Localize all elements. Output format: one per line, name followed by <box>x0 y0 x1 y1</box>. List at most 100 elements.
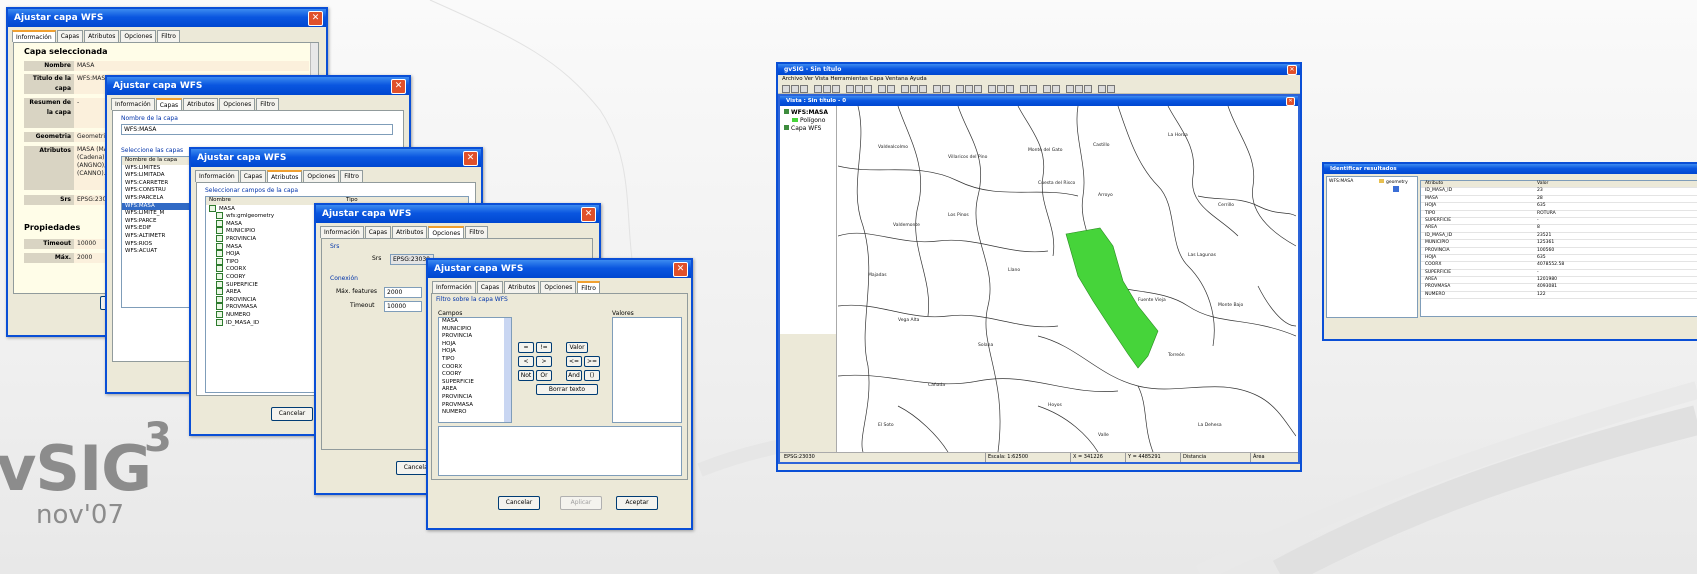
list-item[interactable]: WFS:LIMITES <box>122 165 192 173</box>
check-icon[interactable] <box>216 212 223 220</box>
list-item[interactable]: MASA <box>439 318 511 326</box>
list-item[interactable]: COORX <box>439 364 511 372</box>
toolbar-icon[interactable] <box>997 85 1005 93</box>
op-button[interactable]: != <box>536 342 552 353</box>
toolbar-icon[interactable] <box>782 85 790 93</box>
toc-layer[interactable]: Capa WFS <box>784 125 821 132</box>
accept-button[interactable]: Aceptar <box>616 496 658 510</box>
window-titlebar[interactable]: Ajustar capa WFS ✕ <box>8 9 326 27</box>
table-row[interactable]: COORX 4078552.58 <box>1421 262 1697 270</box>
toolbar-icon[interactable] <box>878 85 886 93</box>
toolbar-icon[interactable] <box>1098 85 1106 93</box>
toolbar-icon[interactable] <box>965 85 973 93</box>
list-item[interactable]: WFS:RIOS <box>122 241 192 249</box>
list-item[interactable]: AREA <box>439 386 511 394</box>
toolbar-icon[interactable] <box>1006 85 1014 93</box>
close-icon[interactable]: ✕ <box>463 151 478 166</box>
tab-filtro[interactable]: Filtro <box>340 170 363 182</box>
list-item[interactable]: HOJA <box>439 341 511 349</box>
op-button[interactable]: > <box>536 356 552 367</box>
check-icon[interactable] <box>216 234 223 242</box>
tab-atributos[interactable]: Atributos <box>267 170 303 182</box>
layers-list[interactable]: Nombre de la capa WFS:LIMITES WFS:LIMITA… <box>121 156 193 308</box>
window-titlebar[interactable]: Ajustar capa WFS ✕ <box>107 77 409 95</box>
toolbar-icon[interactable] <box>855 85 863 93</box>
close-icon[interactable]: ✕ <box>1287 65 1297 75</box>
op-button[interactable]: Or <box>536 370 552 381</box>
tab-informacion[interactable]: Información <box>320 226 364 238</box>
toolbar-icon[interactable] <box>823 85 831 93</box>
tab-opciones[interactable]: Opciones <box>219 98 256 110</box>
window-titlebar[interactable]: Ajustar capa WFS ✕ <box>191 149 481 167</box>
toolbar-icon[interactable] <box>974 85 982 93</box>
table-row[interactable]: PROVMASA 4093081 <box>1421 284 1697 292</box>
tab-atributos[interactable]: Atributos <box>84 30 120 42</box>
toolbar-icon[interactable] <box>800 85 808 93</box>
check-icon[interactable] <box>216 288 223 296</box>
op-button[interactable]: Not <box>518 370 534 381</box>
tab-capas[interactable]: Capas <box>155 98 183 110</box>
fields-list[interactable]: MASA MUNICIPIO PROVINCIA HOJA HOJA TIPO … <box>438 317 512 423</box>
tab-informacion[interactable]: Información <box>12 30 56 42</box>
window-titlebar[interactable]: Ajustar capa WFS ✕ <box>316 205 599 223</box>
close-icon[interactable]: ✕ <box>308 11 323 26</box>
check-icon[interactable] <box>216 242 223 250</box>
close-icon[interactable]: ✕ <box>673 262 688 277</box>
table-row[interactable]: SUPERFICIE - <box>1421 218 1697 226</box>
tab-filtro[interactable]: Filtro <box>157 30 180 42</box>
toolbar-icon[interactable] <box>1084 85 1092 93</box>
list-item[interactable]: WFS:ACUAT <box>122 248 192 256</box>
tab-informacion[interactable]: Información <box>432 281 476 293</box>
tab-opciones[interactable]: Opciones <box>428 226 465 238</box>
table-row[interactable]: ID_MASA_ID 23521 <box>1421 233 1697 241</box>
window-titlebar[interactable]: Identificar resultados <box>1324 164 1697 174</box>
list-item[interactable]: PROVMASA <box>439 402 511 410</box>
window-titlebar[interactable]: Ajustar capa WFS ✕ <box>428 260 691 278</box>
table-row[interactable]: SUPERFICIE - <box>1421 270 1697 278</box>
check-icon[interactable] <box>216 303 223 311</box>
toolbar-icon[interactable] <box>1052 85 1060 93</box>
check-icon[interactable] <box>209 204 216 212</box>
list-item[interactable]: WFS:LIMITE_M <box>122 210 192 218</box>
cancel-button[interactable]: Cancelar <box>498 496 540 510</box>
toolbar-icon[interactable] <box>814 85 822 93</box>
op-button[interactable]: Valor <box>566 342 588 353</box>
check-icon[interactable] <box>216 310 223 318</box>
toolbar-icon[interactable] <box>1020 85 1028 93</box>
table-row[interactable]: HOJA 635 <box>1421 203 1697 211</box>
tree-child[interactable]: geometry <box>1379 179 1408 185</box>
max-features-field[interactable]: 2000 <box>384 287 422 298</box>
check-icon[interactable] <box>216 227 223 235</box>
toolbar-icon[interactable] <box>956 85 964 93</box>
toolbar-icon[interactable] <box>942 85 950 93</box>
op-button[interactable]: <= <box>566 356 582 367</box>
table-row[interactable]: ID_MASA_ID 23 <box>1421 188 1697 196</box>
check-icon[interactable] <box>216 280 223 288</box>
check-icon[interactable] <box>216 295 223 303</box>
toolbar-icon[interactable] <box>832 85 840 93</box>
tab-atributos[interactable]: Atributos <box>504 281 540 293</box>
tab-filtro[interactable]: Filtro <box>577 281 600 293</box>
list-item[interactable]: TIPO <box>439 356 511 364</box>
tab-atributos[interactable]: Atributos <box>392 226 428 238</box>
check-icon[interactable] <box>216 265 223 273</box>
tab-capas[interactable]: Capas <box>364 226 392 238</box>
view-titlebar[interactable]: Vista : Sin título - 0 ✕ <box>780 96 1298 106</box>
table-row[interactable]: AREA 8 <box>1421 225 1697 233</box>
list-item[interactable]: WFS:ALTIMETR <box>122 233 192 241</box>
tree-leaf-icon[interactable] <box>1393 186 1399 192</box>
tab-capas[interactable]: Capas <box>56 30 84 42</box>
menu-bar[interactable]: Archivo Ver Vista Herramientas Capa Vent… <box>778 75 1300 84</box>
timeout-field[interactable]: 10000 <box>384 301 422 312</box>
toolbar-icon[interactable] <box>1107 85 1115 93</box>
map-canvas[interactable]: Valdealcolmo Villaricos del Pino Monte d… <box>837 105 1297 453</box>
tab-opciones[interactable]: Opciones <box>120 30 157 42</box>
close-icon[interactable]: ✕ <box>581 207 596 222</box>
toolbar-icon[interactable] <box>887 85 895 93</box>
list-item[interactable]: WFS:CARRETER <box>122 180 192 188</box>
toolbar-icon[interactable] <box>1043 85 1051 93</box>
toolbar-icon[interactable] <box>846 85 854 93</box>
list-item[interactable]: PROVINCIA <box>439 394 511 402</box>
list-item[interactable]: HOJA <box>439 348 511 356</box>
tab-capas[interactable]: Capas <box>476 281 504 293</box>
